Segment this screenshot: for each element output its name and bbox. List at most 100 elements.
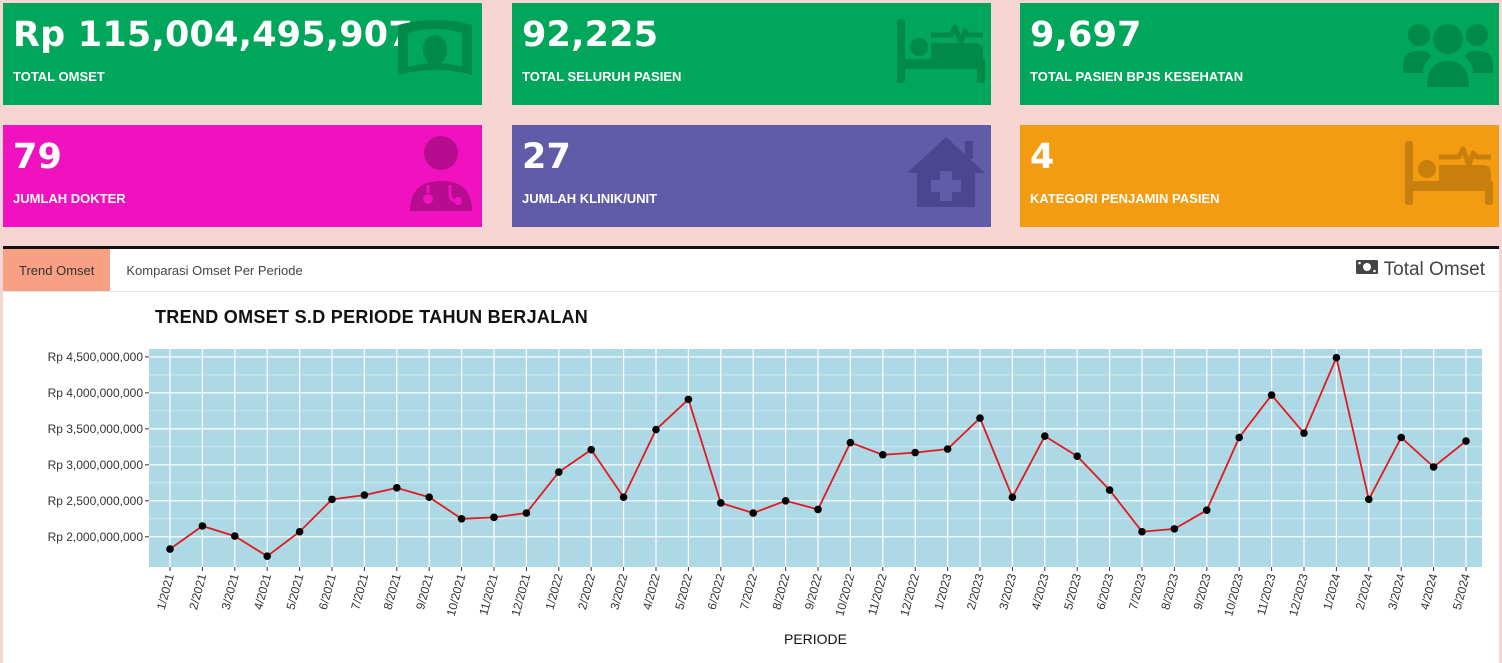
data-point	[1073, 452, 1081, 461]
data-point	[1138, 527, 1146, 536]
x-tick-label: 5/2023	[1061, 572, 1084, 611]
data-point	[166, 545, 174, 553]
stat-card-jumlah-klinik: 27 JUMLAH KLINIK/UNIT	[512, 125, 991, 227]
tab-komparasi-omset[interactable]: Komparasi Omset Per Periode	[110, 249, 318, 291]
x-tick-label: 5/2021	[283, 572, 306, 611]
tab-divider	[3, 291, 1499, 292]
data-point	[781, 497, 790, 505]
y-tick-label: Rp 4,500,000,000	[48, 350, 144, 364]
data-point	[911, 448, 919, 457]
data-point	[490, 513, 498, 522]
x-tick-label: 2/2022	[575, 572, 598, 611]
x-tick-label: 8/2023	[1158, 572, 1181, 611]
x-tick-label: 6/2021	[316, 572, 339, 611]
data-point	[879, 450, 887, 459]
x-tick-label: 2/2021	[186, 572, 209, 611]
data-point	[749, 509, 757, 517]
x-tick-label: 12/2021	[509, 572, 534, 618]
hospital-bed-pulse-icon	[1403, 135, 1495, 212]
data-point	[1203, 506, 1211, 514]
data-point	[943, 445, 952, 453]
data-point	[1397, 433, 1405, 442]
data-point	[231, 532, 239, 540]
x-tick-label: 4/2023	[1029, 572, 1052, 611]
data-point	[814, 505, 822, 514]
users-icon	[1403, 13, 1493, 92]
plot-background	[149, 349, 1482, 567]
x-tick-label: 9/2021	[413, 572, 436, 611]
data-point	[587, 445, 595, 454]
x-tick-label: 6/2022	[705, 572, 728, 611]
stat-card-total-pasien: 92,225 TOTAL SELURUH PASIEN	[512, 3, 991, 105]
x-tick-label: 4/2024	[1417, 572, 1440, 611]
x-tick-label: 2/2023	[964, 572, 987, 611]
x-tick-label: 10/2021	[444, 572, 469, 618]
data-point	[684, 395, 693, 404]
x-tick-label: 1/2021	[154, 572, 177, 611]
x-tick-label: 10/2022	[833, 572, 858, 618]
x-tick-label: 9/2022	[802, 572, 825, 611]
data-point	[360, 491, 369, 499]
x-tick-label: 1/2024	[1320, 572, 1343, 611]
data-point	[1235, 433, 1243, 442]
y-tick-label: Rp 2,500,000,000	[48, 494, 144, 508]
x-tick-label: 7/2023	[1126, 572, 1149, 611]
data-point	[1267, 391, 1276, 399]
data-point	[263, 552, 272, 561]
stat-label: TOTAL OMSET	[13, 69, 105, 84]
chart-title: TREND OMSET S.D PERIODE TAHUN BERJALAN	[155, 307, 589, 327]
panel-header: Total Omset	[1355, 259, 1485, 281]
x-tick-label: 10/2023	[1221, 572, 1246, 618]
stat-label: JUMLAH KLINIK/UNIT	[522, 191, 658, 206]
data-point	[1170, 525, 1179, 533]
x-tick-label: 3/2021	[219, 572, 242, 611]
data-point	[555, 468, 563, 476]
x-tick-label: 1/2023	[931, 572, 954, 611]
x-tick-label: 4/2022	[640, 572, 663, 611]
money-bill-icon	[1355, 259, 1378, 281]
data-point	[1105, 486, 1114, 494]
data-point	[1332, 353, 1341, 362]
data-point	[457, 514, 466, 523]
panel-title: Total Omset	[1383, 259, 1485, 280]
x-tick-label: 11/2023	[1254, 572, 1279, 617]
tab-trend-omset[interactable]: Trend Omset	[3, 249, 111, 291]
stat-label: KATEGORI PENJAMIN PASIEN	[1030, 191, 1220, 206]
x-tick-label: 8/2022	[769, 572, 792, 611]
stat-label: TOTAL PASIEN BPJS KESEHATAN	[1030, 69, 1244, 84]
y-tick-label: Rp 3,000,000,000	[48, 458, 144, 472]
x-axis-label: PERIODE	[784, 631, 847, 647]
x-tick-label: 2/2024	[1353, 572, 1376, 611]
stat-card-total-omset: Rp 115,004,495,907 TOTAL OMSET	[3, 3, 482, 105]
data-point	[1041, 432, 1049, 440]
money-bill-icon	[396, 13, 474, 86]
stat-card-pasien-bpjs: 9,697 TOTAL PASIEN BPJS KESEHATAN	[1020, 3, 1499, 105]
trend-panel: Trend Omset Komparasi Omset Per Periode …	[3, 246, 1499, 663]
data-point	[425, 493, 434, 502]
x-tick-label: 4/2021	[251, 572, 274, 611]
data-point	[198, 522, 207, 530]
stat-value: 92,225	[522, 15, 659, 55]
data-point	[1365, 495, 1373, 504]
data-point	[295, 527, 304, 536]
data-point	[1429, 463, 1438, 471]
stat-card-jumlah-dokter: 79 JUMLAH DOKTER	[3, 125, 482, 227]
clinic-house-icon	[905, 135, 987, 214]
x-tick-label: 7/2021	[348, 572, 371, 611]
data-point	[1462, 437, 1470, 445]
stat-label: JUMLAH DOKTER	[13, 191, 126, 206]
doctor-icon	[408, 135, 474, 216]
y-tick-label: Rp 3,500,000,000	[48, 422, 144, 436]
x-tick-label: 11/2021	[476, 572, 501, 617]
data-point	[619, 493, 628, 502]
x-tick-label: 6/2023	[1093, 572, 1116, 611]
x-tick-label: 9/2023	[1191, 572, 1214, 611]
y-tick-label: Rp 4,000,000,000	[48, 386, 144, 400]
data-point	[1300, 429, 1308, 437]
x-tick-label: 12/2023	[1286, 572, 1311, 618]
tab-bar: Trend Omset Komparasi Omset Per Periode	[3, 249, 319, 291]
data-point	[393, 484, 401, 492]
x-tick-label: 1/2022	[543, 572, 566, 611]
x-tick-label: 12/2022	[897, 572, 922, 618]
trend-omset-chart: Rp 2,000,000,000 Rp 2,500,000,000 Rp 3,000…	[48, 349, 1482, 647]
